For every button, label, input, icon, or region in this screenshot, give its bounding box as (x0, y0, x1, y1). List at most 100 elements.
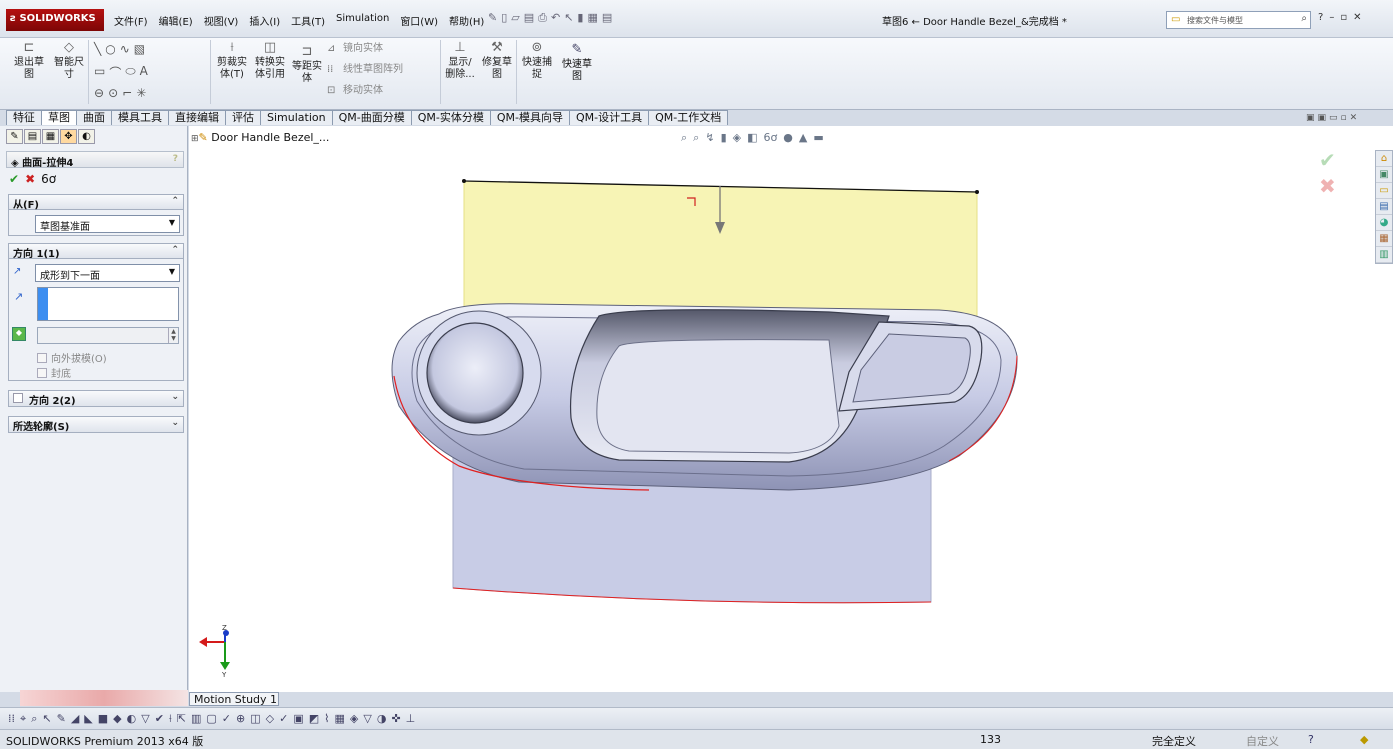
rebuild-icon[interactable]: ▮ (577, 11, 583, 25)
confirm-cancel-icon[interactable]: ✖ (1319, 172, 1336, 200)
offset-surface-icon[interactable]: ✔ (155, 712, 164, 725)
dim-xpert-tab-icon[interactable]: ✥ (60, 129, 77, 144)
direction2-checkbox[interactable] (13, 393, 23, 403)
sweep-icon[interactable]: ■ (98, 712, 108, 725)
menu-view[interactable]: 视图(V) (202, 12, 241, 29)
graphics-area[interactable]: ⊞✎ Door Handle Bezel_... ⌕ ⌕ ↯ ▮ ◈ ◧ 6ơ … (189, 126, 1393, 692)
help-icon[interactable]: ? (1318, 12, 1323, 23)
menu-file[interactable]: 文件(F) (112, 12, 150, 29)
menu-help[interactable]: 帮助(H) (447, 12, 486, 29)
draft-analysis-icon[interactable]: ◑ (377, 712, 387, 725)
point-icon[interactable]: ⊙ (108, 86, 118, 100)
pointer-icon[interactable]: ↖ (42, 712, 51, 725)
scale-icon[interactable]: ⊥ (406, 712, 416, 725)
planar-icon[interactable]: ▢ (206, 712, 216, 725)
minimize-icon[interactable]: – (1329, 12, 1334, 23)
ok-icon[interactable]: ✔ (9, 172, 19, 186)
tab-features[interactable]: 特征 (6, 110, 42, 125)
reverse-direction-icon[interactable]: ↗ (13, 266, 21, 277)
tab-evaluate[interactable]: 评估 (225, 110, 261, 125)
tab-qm-solid-split[interactable]: QM-实体分模 (410, 110, 491, 125)
display-manager-tab-icon[interactable]: ◐ (78, 129, 95, 144)
spline-icon[interactable]: ∿ (120, 42, 130, 56)
search-icon[interactable]: ⌕ (1301, 13, 1307, 24)
filter-icon[interactable]: ⌕ (31, 712, 37, 726)
help-status-icon[interactable]: ? (1308, 733, 1314, 746)
mirror-item[interactable]: ⊿ 镜向实体 (327, 38, 403, 59)
extend-icon[interactable]: ⇱ (177, 712, 186, 725)
direction2-header[interactable]: 方向 2(2) ⌄ (9, 391, 183, 407)
line-icon[interactable]: ╲ (94, 42, 101, 56)
tooling-split-icon[interactable]: ◈ (350, 712, 358, 725)
collapse-icon[interactable]: ⌃ (171, 245, 179, 255)
ruled-icon[interactable]: ✓ (222, 712, 231, 725)
revolve-icon[interactable]: ◣ (84, 712, 92, 725)
exit-sketch-button[interactable]: ⊏ 退出草图 (10, 41, 48, 81)
quick-snap-button[interactable]: ⊚ 快速捕捉 (519, 41, 555, 81)
help-icon[interactable]: ? (173, 154, 178, 164)
upper-extruded-surface[interactable] (462, 179, 979, 322)
search-box[interactable]: ▭ 搜索文件与模型 ⌕ (1166, 11, 1311, 29)
thicken-icon[interactable]: ⊕ (236, 712, 245, 725)
close-icon[interactable]: ✕ (1353, 12, 1361, 23)
trim-button[interactable]: ⟊ 剪裁实体(T) (214, 41, 250, 81)
offset-button[interactable]: ⊐ 等距实体 (290, 45, 324, 85)
repair-sketch-button[interactable]: ⚒ 修复草图 (480, 41, 514, 81)
menu-insert[interactable]: 插入(I) (247, 12, 282, 29)
expand-icon[interactable]: ⌄ (171, 418, 179, 428)
tab-surfaces[interactable]: 曲面 (76, 110, 112, 125)
direction1-header[interactable]: 方向 1(1) ⌃ (9, 244, 183, 260)
sw-resources-icon[interactable]: ⌂ (1376, 151, 1392, 167)
end-condition-select[interactable]: 成形到下一面 ▼ (35, 264, 180, 282)
tab-qm-design-tools[interactable]: QM-设计工具 (568, 110, 650, 125)
units-custom[interactable]: 自定义 (1246, 733, 1279, 749)
motion-study-tab[interactable]: Motion Study 1 (189, 692, 279, 706)
delete-face-icon[interactable]: ◇ (266, 712, 274, 725)
spinner-arrows-icon[interactable]: ▲ ▼ (168, 328, 178, 343)
draft-angle-spinner[interactable]: ▲ ▼ (37, 327, 179, 344)
cap-end-checkbox[interactable]: 封底 (37, 365, 71, 380)
convert-entities-button[interactable]: ◫ 转换实体引用 (251, 41, 289, 81)
intersect-icon[interactable]: ◩ (309, 712, 319, 725)
restore-icon[interactable]: ▫ (1340, 12, 1347, 23)
circle-icon[interactable]: ○ (105, 42, 115, 56)
undercut-icon[interactable]: ✜ (391, 712, 400, 725)
trim-surface-icon[interactable]: ⟊ (169, 712, 172, 726)
options-icon[interactable]: ▤ (602, 11, 612, 25)
tab-qm-mold-wizard[interactable]: QM-模具向导 (489, 110, 570, 125)
replace-face-icon[interactable]: ✓ (279, 712, 288, 725)
from-group-header[interactable]: 从(F) ⌃ (9, 195, 183, 211)
parting-line-icon[interactable]: ⌇ (324, 712, 329, 725)
tab-simulation[interactable]: Simulation (260, 110, 333, 125)
loft-icon[interactable]: ◆ (113, 712, 121, 725)
file-props-icon[interactable]: ▦ (587, 11, 597, 25)
view-palette-icon[interactable]: ▤ (1376, 199, 1392, 215)
document-window-controls[interactable]: ▣▣▭▫✕ (1306, 113, 1360, 123)
draft-outward-checkbox[interactable]: 向外拔模(O) (37, 350, 107, 365)
tab-mold-tools[interactable]: 模具工具 (111, 110, 169, 125)
confirm-ok-icon[interactable]: ✔ (1319, 148, 1336, 172)
grid-icon[interactable]: ▧ (134, 42, 145, 56)
tab-qm-surface-split[interactable]: QM-曲面分模 (331, 110, 412, 125)
knit-icon[interactable]: ▽ (141, 712, 149, 725)
selected-contours-header[interactable]: 所选轮廓(S) ⌄ (9, 417, 183, 433)
door-handle-bezel-body[interactable] (391, 303, 1018, 491)
open-icon[interactable]: ▱ (511, 11, 519, 25)
print-icon[interactable]: ⎙ (538, 11, 547, 25)
tab-direct-edit[interactable]: 直接编辑 (168, 110, 226, 125)
rebuild-status-icon[interactable]: ◆ (1360, 733, 1368, 746)
surface-icon[interactable]: ◐ (127, 712, 137, 725)
design-library-icon[interactable]: ▣ (1376, 167, 1392, 183)
direction-selection-box[interactable] (37, 287, 179, 321)
feature-tree-tab-icon[interactable]: ✎ (6, 129, 23, 144)
core-icon[interactable]: ▽ (363, 712, 371, 725)
menu-window[interactable]: 窗口(W) (398, 12, 440, 29)
rapid-sketch-button[interactable]: ✎ 快速草图 (559, 43, 595, 83)
save-icon[interactable]: ▤ (524, 11, 534, 25)
expand-icon[interactable]: ⌄ (171, 392, 179, 402)
property-manager-tab-icon[interactable]: ▤ (24, 129, 41, 144)
tab-sketch[interactable]: 草图 (41, 110, 77, 125)
collapse-icon[interactable]: ⌃ (171, 196, 179, 206)
cup-holder-pocket[interactable] (426, 322, 524, 424)
text-icon[interactable]: A (140, 64, 148, 81)
